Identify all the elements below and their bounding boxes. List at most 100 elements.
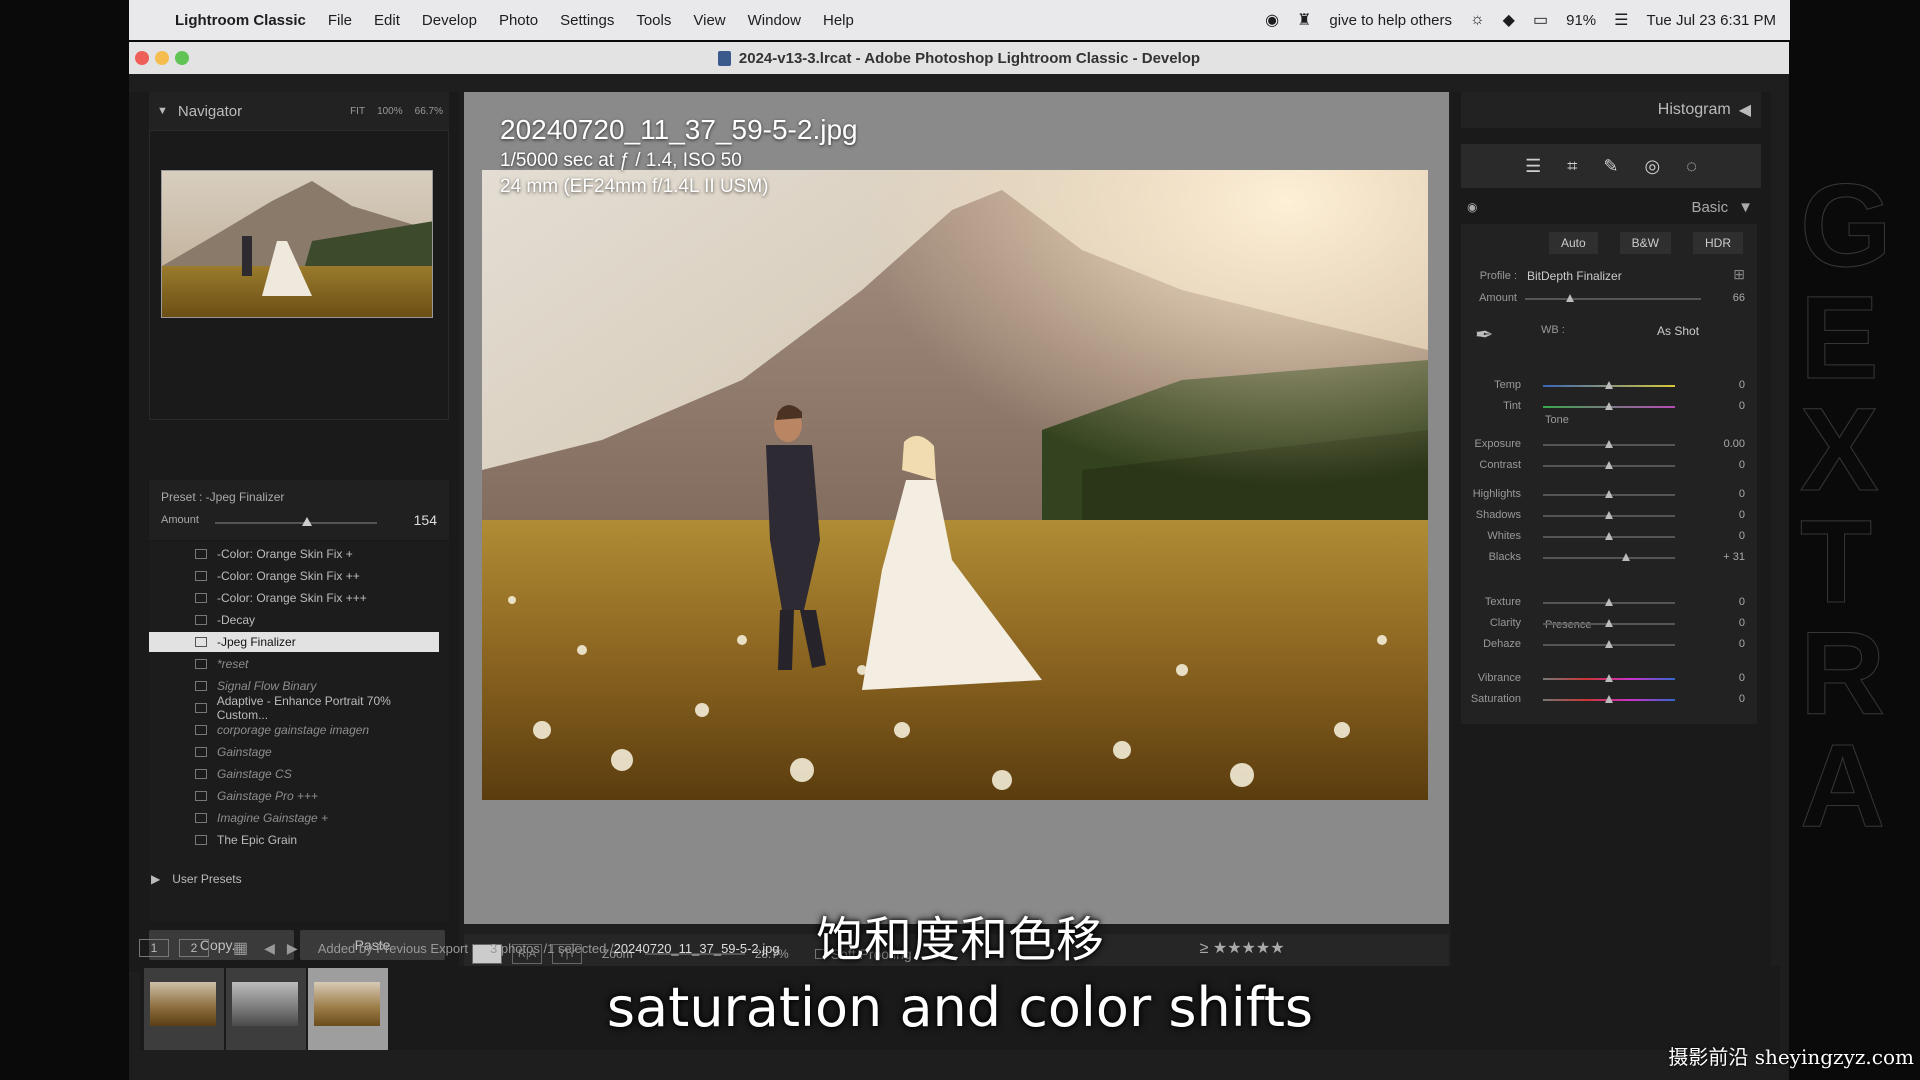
preset-amount-value[interactable]: 154 [414,512,437,528]
bw-button[interactable]: B&W [1619,232,1671,254]
preset-item[interactable]: Adaptive - Enhance Portrait 70% Custom..… [149,694,439,722]
crop-icon[interactable]: ⌗ [1567,156,1577,177]
preset-item[interactable]: Signal Flow Binary [149,676,439,696]
preset-amount-slider[interactable] [215,522,377,524]
zoom-fit[interactable]: FIT [350,106,365,117]
preset-item[interactable]: corporage gainstage imagen [149,720,439,740]
battery-percent[interactable]: 91% [1566,12,1596,29]
slider-thumb[interactable] [1605,695,1613,703]
slider-thumb[interactable] [1605,674,1613,682]
healing-icon[interactable]: ✎ [1603,156,1618,177]
slider-value[interactable]: 0 [1701,638,1745,650]
slider-thumb[interactable] [1605,440,1613,448]
brightness-icon[interactable]: ☼ [1470,11,1485,29]
minimize-button[interactable] [155,51,169,65]
preset-item[interactable]: -Jpeg Finalizer [149,632,439,652]
menu-file[interactable]: File [317,12,363,29]
zoom-button[interactable] [175,51,189,65]
preset-item[interactable]: -Color: Orange Skin Fix +++ [149,588,439,608]
preset-item[interactable]: -Color: Orange Skin Fix ++ [149,566,439,586]
redeye-icon[interactable]: ◎ [1644,156,1660,177]
preset-amount-thumb[interactable] [302,517,312,526]
slider-thumb[interactable] [1622,553,1630,561]
expand-triangle-icon[interactable]: ▶ [151,872,160,886]
slider-value[interactable]: 0 [1701,693,1745,705]
wb-value[interactable]: As Shot [1657,324,1699,338]
preset-item[interactable]: The Epic Grain [149,830,439,850]
eye-icon[interactable]: ◉ [1467,200,1477,214]
slider-value[interactable]: 0 [1701,459,1745,471]
preset-item[interactable]: Imagine Gainstage + [149,808,439,828]
slider-thumb[interactable] [1605,619,1613,627]
hdr-button[interactable]: HDR [1693,232,1743,254]
collapse-down-icon[interactable]: ▼ [1738,199,1753,216]
preset-item[interactable]: Gainstage Pro +++ [149,786,439,806]
screen: GEXTRA Lightroom Classic File Edit Devel… [0,0,1920,1080]
screen-mirror-icon[interactable]: ▭ [1533,10,1548,30]
slider-value[interactable]: 0 [1701,400,1745,412]
slider-value[interactable]: 0 [1701,379,1745,391]
slider-thumb[interactable] [1605,402,1613,410]
photo-filename: 20240720_11_37_59-5-2.jpg [500,114,858,145]
slider-thumb[interactable] [1605,511,1613,519]
zoom-100[interactable]: 100% [377,106,403,117]
preset-item[interactable]: *reset [149,654,439,674]
menu-edit[interactable]: Edit [363,12,411,29]
user-presets-group[interactable]: ▶ User Presets [151,872,242,886]
profile-value[interactable]: BitDepth Finalizer [1527,269,1622,283]
slider-value[interactable]: 0 [1701,596,1745,608]
menu-photo[interactable]: Photo [488,12,549,29]
profile-amount-thumb[interactable] [1566,294,1574,302]
profile-amount-slider[interactable] [1525,298,1701,300]
navigator-preview[interactable] [161,170,433,318]
preset-item[interactable]: Gainstage [149,742,439,762]
slider-label: Highlights [1472,488,1521,500]
slider-value[interactable]: 0 [1701,672,1745,684]
close-button[interactable] [135,51,149,65]
control-center-icon[interactable]: ☰ [1614,10,1628,30]
robot-icon[interactable]: ♜ [1297,10,1311,30]
masking-icon[interactable]: ◌ [1686,156,1697,177]
eyedropper-icon[interactable]: ✒ [1475,322,1493,348]
slider-thumb[interactable] [1605,490,1613,498]
slider-value[interactable]: 0.00 [1701,438,1745,450]
slider-value[interactable]: 0 [1701,617,1745,629]
status-text[interactable]: give to help others [1329,12,1452,29]
basic-header[interactable]: ◉ Basic ▼ [1461,192,1761,222]
dropbox-icon[interactable]: ◆ [1503,10,1515,30]
menu-tools[interactable]: Tools [625,12,682,29]
menu-settings[interactable]: Settings [549,12,625,29]
menu-develop[interactable]: Develop [411,12,488,29]
profile-browser-icon[interactable]: ⊞ [1733,266,1745,283]
preset-item[interactable]: Gainstage CS [149,764,439,784]
slider-track[interactable] [1543,557,1675,559]
record-icon[interactable]: ◉ [1265,10,1279,30]
menu-window[interactable]: Window [737,12,812,29]
preset-item[interactable]: -Decay [149,610,439,630]
preset-item[interactable]: -Color: Orange Skin Fix + [149,544,439,564]
menu-help[interactable]: Help [812,12,865,29]
auto-button[interactable]: Auto [1548,232,1598,254]
preset-list: -Color: Orange Skin Fix + -Color: Orange … [149,542,449,922]
histogram-header[interactable]: Histogram ◀ [1461,92,1761,128]
collapse-left-icon[interactable]: ◀ [1739,100,1751,120]
edit-sliders-icon[interactable]: ☰ [1525,156,1541,177]
navigator-header[interactable]: ▼ Navigator FIT 100% 66.7% [149,92,449,130]
main-photo[interactable] [482,170,1428,800]
clock[interactable]: Tue Jul 23 6:31 PM [1646,12,1776,29]
slider-value[interactable]: 0 [1701,509,1745,521]
slider-thumb[interactable] [1605,598,1613,606]
slider-thumb[interactable] [1605,640,1613,648]
slider-value[interactable]: 0 [1701,488,1745,500]
collapse-triangle-icon[interactable]: ▼ [157,105,168,117]
profile-amount-value[interactable]: 66 [1701,292,1745,304]
zoom-667[interactable]: 66.7% [415,106,443,117]
slider-value[interactable]: + 31 [1701,551,1745,563]
app-name[interactable]: Lightroom Classic [169,12,317,29]
slider-thumb[interactable] [1605,381,1613,389]
slider-thumb[interactable] [1605,532,1613,540]
slider-thumb[interactable] [1605,461,1613,469]
preset-label: -Decay [217,613,256,627]
menu-view[interactable]: View [682,12,736,29]
slider-value[interactable]: 0 [1701,530,1745,542]
